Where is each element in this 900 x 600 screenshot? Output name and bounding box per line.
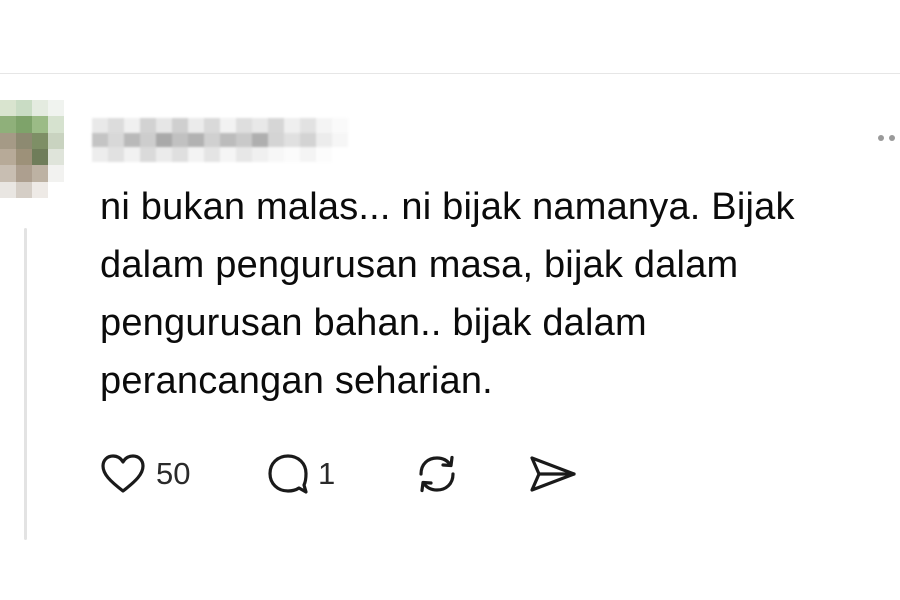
repost-button[interactable] <box>412 450 462 498</box>
top-divider <box>0 73 900 74</box>
reply-count: 1 <box>318 456 336 491</box>
author-name-blurred[interactable] <box>92 118 348 162</box>
post-text-line: pengurusan bahan.. bijak dalam <box>100 302 647 344</box>
share-icon <box>530 456 576 492</box>
more-options-icon-dot <box>889 135 895 141</box>
post-text-line: perancangan seharian. <box>100 360 493 402</box>
more-options-button[interactable] <box>874 131 900 145</box>
share-button[interactable] <box>528 450 578 498</box>
post-text-line: dalam pengurusan masa, bijak dalam <box>100 244 739 286</box>
reply-button[interactable]: 1 <box>266 450 335 498</box>
avatar[interactable] <box>0 100 64 198</box>
comment-icon <box>268 454 308 494</box>
post-text-line: ni bukan malas... ni bijak namanya. Bija… <box>100 186 795 228</box>
thread-line <box>24 228 27 540</box>
repost-icon <box>419 455 455 493</box>
like-button[interactable]: 50 <box>100 450 190 498</box>
like-count: 50 <box>156 456 191 491</box>
more-options-icon <box>878 135 884 141</box>
heart-icon <box>101 454 145 493</box>
post-text: ni bukan malas... ni bijak namanya. Bija… <box>100 178 900 410</box>
